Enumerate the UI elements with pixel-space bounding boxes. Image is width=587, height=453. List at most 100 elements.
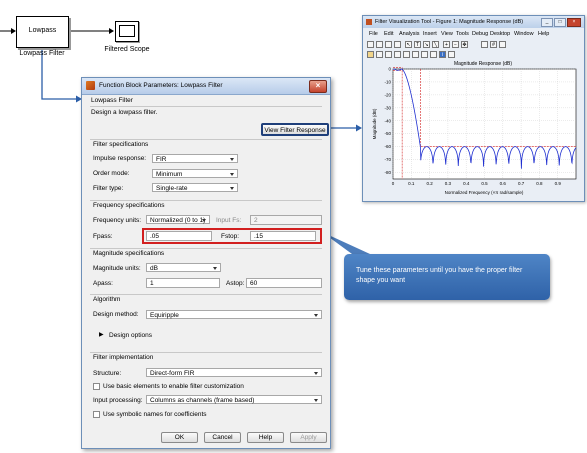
fvtool-window: Filter Visualization Tool - Figure 1: Ma… xyxy=(362,15,585,202)
x-tick-label: 0.5 xyxy=(481,181,488,186)
grid-icon[interactable]: # xyxy=(490,41,497,48)
maximize-icon[interactable]: □ xyxy=(554,18,566,27)
text-tool-icon[interactable]: T xyxy=(414,41,421,48)
fvtool-titlebar[interactable]: Filter Visualization Tool - Figure 1: Ma… xyxy=(363,16,584,28)
input-fs-field[interactable]: 2 xyxy=(250,215,322,225)
pin-icon[interactable] xyxy=(448,51,455,58)
pan-icon[interactable]: ✥ xyxy=(461,41,468,48)
menu-window[interactable]: Window xyxy=(514,31,534,37)
structure-dropdown[interactable]: Direct-form FIR xyxy=(146,368,322,377)
filter-type-dropdown[interactable]: Single-rate xyxy=(152,183,238,192)
group-delay-icon[interactable] xyxy=(394,51,401,58)
apply-button[interactable]: Apply xyxy=(290,432,327,443)
print-icon[interactable] xyxy=(394,41,401,48)
impulse-response-label: Impulse response: xyxy=(93,155,147,162)
order-mode-dropdown[interactable]: Minimum xyxy=(152,169,238,178)
phase-response-icon[interactable] xyxy=(376,51,383,58)
menu-analysis[interactable]: Analysis xyxy=(399,31,419,37)
mag-phase-icon[interactable] xyxy=(385,51,392,58)
dialog-titlebar[interactable]: Function Block Parameters: Lowpass Filte… xyxy=(82,78,330,95)
symbolic-names-checkbox[interactable] xyxy=(93,411,100,418)
basic-elements-checkbox[interactable] xyxy=(93,383,100,390)
coefficients-icon[interactable] xyxy=(430,51,437,58)
dialog-header: Lowpass Filter xyxy=(91,97,133,104)
freq-specs-title: Frequency specifications xyxy=(93,202,165,209)
zoom-out-icon[interactable]: − xyxy=(452,41,459,48)
x-tick-label: 0.8 xyxy=(536,181,543,186)
y-tick-label: -40 xyxy=(384,118,391,123)
menu-view[interactable]: View xyxy=(441,31,453,37)
y-tick-label: -50 xyxy=(384,131,391,136)
close-icon[interactable]: × xyxy=(567,18,581,27)
magnitude-units-dropdown[interactable]: dB xyxy=(146,263,221,272)
step-response-icon[interactable] xyxy=(412,51,419,58)
mag-specs-divider xyxy=(90,248,322,249)
astop-field[interactable]: 60 xyxy=(246,278,322,288)
dialog-title: Function Block Parameters: Lowpass Filte… xyxy=(99,82,223,89)
instruction-callout: Tune these parameters until you have the… xyxy=(344,254,550,300)
filter-specs-title: Filter specifications xyxy=(93,141,149,148)
x-tick-label: 0.3 xyxy=(445,181,452,186)
y-axis-label: Magnitude (dB) xyxy=(372,108,377,139)
menu-file[interactable]: File xyxy=(369,31,378,37)
menu-help[interactable]: Help xyxy=(538,31,549,37)
y-tick-label: -70 xyxy=(384,157,391,162)
lowpass-block-label: Lowpass xyxy=(28,27,57,34)
filtered-scope-caption: Filtered Scope xyxy=(104,46,150,53)
frequency-units-dropdown[interactable]: Normalized (0 to 1) xyxy=(146,215,210,224)
apass-field[interactable]: 1 xyxy=(146,278,220,288)
magnitude-response-icon[interactable] xyxy=(367,51,374,58)
design-method-dropdown[interactable]: Equiripple xyxy=(146,310,322,319)
x-tick-label: 0.4 xyxy=(463,181,470,186)
highlighted-parameters-box xyxy=(142,228,322,244)
simulink-app-icon xyxy=(86,81,95,90)
block-parameters-dialog: Function Block Parameters: Lowpass Filte… xyxy=(81,77,331,449)
new-figure-icon[interactable] xyxy=(367,41,374,48)
line-tool-icon[interactable]: ╲ xyxy=(432,41,439,48)
view-filter-response-button[interactable]: View Filter Response xyxy=(261,123,329,136)
pole-zero-icon[interactable] xyxy=(421,51,428,58)
menu-insert[interactable]: Insert xyxy=(423,31,437,37)
pointer-icon[interactable]: ↖ xyxy=(405,41,412,48)
ok-button[interactable]: OK xyxy=(161,432,198,443)
filter-specs-divider xyxy=(90,139,322,140)
design-method-label: Design method: xyxy=(93,311,139,318)
menu-desktop[interactable]: Desktop xyxy=(490,31,510,37)
design-options-toggle[interactable]: Design options xyxy=(109,332,152,339)
legend-icon[interactable] xyxy=(481,41,488,48)
minimize-icon[interactable]: _ xyxy=(541,18,553,27)
input-processing-dropdown[interactable]: Columns as channels (frame based) xyxy=(146,395,322,404)
arrow-tool-icon[interactable]: ↘ xyxy=(423,41,430,48)
cancel-button[interactable]: Cancel xyxy=(204,432,241,443)
callout-text: Tune these parameters until you have the… xyxy=(356,267,523,284)
order-mode-label: Order mode: xyxy=(93,170,130,177)
filter-type-label: Filter type: xyxy=(93,185,124,192)
menu-debug[interactable]: Debug xyxy=(472,31,488,37)
lowpass-filter-block[interactable]: Lowpass xyxy=(16,16,69,48)
expand-arrow-icon[interactable]: ▶ xyxy=(99,331,104,338)
x-axis-label: Normalized Frequency (×π rad/sample) xyxy=(445,190,524,195)
header-divider xyxy=(90,106,322,107)
basic-elements-label: Use basic elements to enable filter cust… xyxy=(103,383,244,390)
save-icon[interactable] xyxy=(385,41,392,48)
dock-icon[interactable] xyxy=(499,41,506,48)
help-button[interactable]: Help xyxy=(247,432,284,443)
impulse-response-dropdown[interactable]: FIR xyxy=(152,154,238,163)
algorithm-divider xyxy=(90,294,322,295)
y-tick-label: -10 xyxy=(384,79,391,84)
symbolic-names-label: Use symbolic names for coefficients xyxy=(103,411,207,418)
x-tick-label: 0.9 xyxy=(555,181,562,186)
info-icon[interactable]: i xyxy=(439,51,446,58)
x-tick-label: 0.7 xyxy=(518,181,525,186)
astop-label: Astop: xyxy=(226,280,245,287)
menu-tools[interactable]: Tools xyxy=(456,31,469,37)
impulse-response-icon[interactable] xyxy=(403,51,410,58)
filtered-scope-block[interactable] xyxy=(115,21,139,42)
dialog-close-button[interactable]: × xyxy=(309,80,327,93)
magnitude-response-plot[interactable]: 0 0.1 0.2 0.3 0.4 0.5 0.6 0.7 0.8 0.9 0 -10 -20 -30 -… xyxy=(363,67,584,201)
open-icon[interactable] xyxy=(376,41,383,48)
menu-edit[interactable]: Edit xyxy=(384,31,393,37)
fpass-label: Fpass: xyxy=(93,233,113,240)
zoom-in-icon[interactable]: + xyxy=(443,41,450,48)
apass-label: Apass: xyxy=(93,280,113,287)
